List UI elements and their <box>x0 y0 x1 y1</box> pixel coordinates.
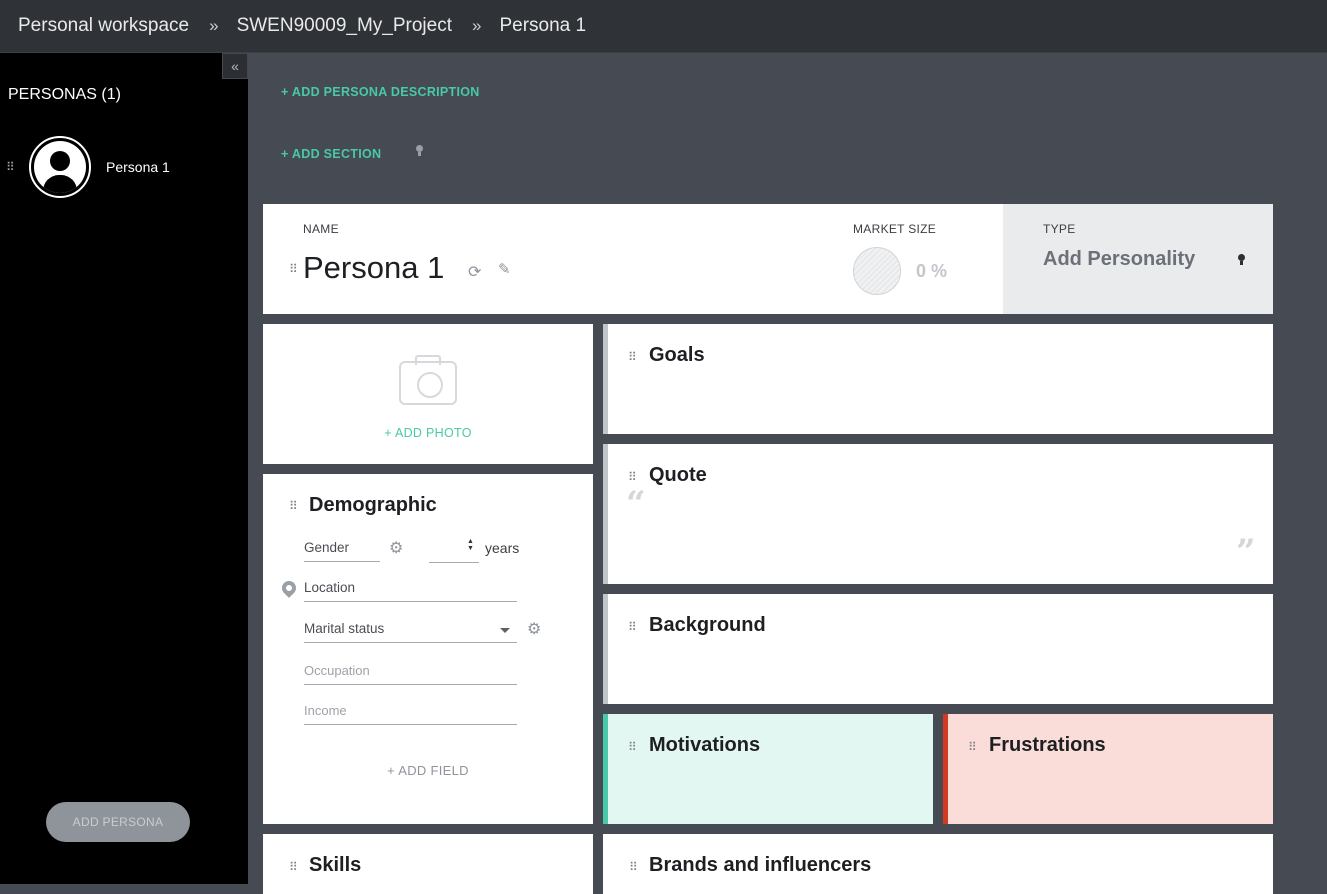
gear-icon[interactable]: ⚙ <box>389 538 403 558</box>
breadcrumb-project[interactable]: SWEN90009_My_Project <box>237 15 452 37</box>
edit-pen-icon[interactable]: ✎ <box>498 260 511 278</box>
motivations-section: ⠿ Motivations <box>603 714 933 824</box>
add-personality-button[interactable]: Add Personality <box>1043 248 1195 271</box>
breadcrumb-current: Persona 1 <box>499 15 587 36</box>
drag-handle-icon[interactable]: ⠿ <box>628 740 637 754</box>
type-panel: TYPE Add Personality <box>1003 204 1273 314</box>
gear-icon[interactable]: ⚙ <box>527 619 541 639</box>
lightbulb-icon[interactable] <box>415 145 424 157</box>
add-persona-description-button[interactable]: + ADD PERSONA DESCRIPTION <box>281 85 480 99</box>
background-section: ⠿ Background <box>603 594 1273 704</box>
drag-handle-icon[interactable]: ⠿ <box>6 160 15 174</box>
refresh-icon[interactable]: ⟳ <box>468 262 481 282</box>
demographic-title: Demographic <box>309 494 437 516</box>
caret-down-icon[interactable] <box>500 628 510 633</box>
goals-section: ⠿ Goals <box>603 324 1273 434</box>
skills-section: ⠿ Skills <box>263 834 593 894</box>
income-field[interactable]: Income <box>304 703 517 725</box>
brands-title: Brands and influencers <box>649 854 872 876</box>
drag-handle-icon[interactable]: ⠿ <box>289 262 298 276</box>
background-title: Background <box>649 614 766 636</box>
chevron-double-right-icon: » <box>209 16 219 35</box>
motivations-title: Motivations <box>649 734 761 756</box>
drag-handle-icon[interactable]: ⠿ <box>289 499 298 513</box>
skills-title: Skills <box>309 854 362 876</box>
open-quote-icon: “ <box>626 484 646 524</box>
breadcrumb-workspace[interactable]: Personal workspace <box>18 15 189 37</box>
location-field[interactable]: Location <box>304 580 517 602</box>
market-size-chart[interactable] <box>853 247 901 295</box>
demographic-card: ⠿ Demographic Gender ⚙ ▲ ▼ years Location… <box>263 474 593 824</box>
add-section-row: + ADD SECTION <box>281 145 424 161</box>
brands-section: ⠿ Brands and influencers <box>603 834 1273 894</box>
chevron-double-left-icon: « <box>231 58 239 74</box>
main-content: + ADD PERSONA DESCRIPTION + ADD SECTION … <box>248 53 1327 894</box>
years-label: years <box>485 540 520 556</box>
personas-title: PERSONAS (1) <box>8 86 121 103</box>
lightbulb-icon[interactable] <box>1237 254 1246 266</box>
name-label: NAME <box>303 222 339 236</box>
sidebar-persona-item[interactable]: ⠿ Persona 1 <box>0 136 248 200</box>
marital-status-select[interactable]: Marital status <box>304 621 517 643</box>
persona-name-title[interactable]: Persona 1 <box>303 250 444 286</box>
photo-card: + ADD PHOTO <box>263 324 593 464</box>
drag-handle-icon[interactable]: ⠿ <box>628 620 637 634</box>
drag-handle-icon[interactable]: ⠿ <box>628 470 637 484</box>
occupation-field[interactable]: Occupation <box>304 663 517 685</box>
drag-handle-icon[interactable]: ⠿ <box>289 860 298 874</box>
sidebar: « PERSONAS (1) ⠿ Persona 1 ADD PERSONA <box>0 53 248 884</box>
chevron-double-right-icon: » <box>472 16 482 35</box>
camera-icon <box>399 355 457 405</box>
frustrations-section: ⠿ Frustrations <box>943 714 1273 824</box>
quote-section: ⠿ Quote “ ” <box>603 444 1273 584</box>
add-section-button[interactable]: + ADD SECTION <box>281 147 381 161</box>
type-label: TYPE <box>1043 222 1076 236</box>
stepper-arrows-icon[interactable]: ▲ ▼ <box>467 538 474 552</box>
location-pin-icon <box>279 578 299 598</box>
market-size-label: MARKET SIZE <box>853 222 937 236</box>
drag-handle-icon[interactable]: ⠿ <box>629 860 638 874</box>
add-field-button[interactable]: + ADD FIELD <box>263 763 593 778</box>
gender-field[interactable]: Gender <box>304 540 380 562</box>
market-size-value: 0 % <box>916 261 948 281</box>
drag-handle-icon[interactable]: ⠿ <box>968 740 977 754</box>
quote-title: Quote <box>649 464 707 486</box>
drag-handle-icon[interactable]: ⠿ <box>628 350 637 364</box>
sidebar-persona-name: Persona 1 <box>106 159 170 175</box>
collapse-sidebar-button[interactable]: « <box>222 53 248 79</box>
add-photo-button[interactable]: + ADD PHOTO <box>263 426 593 440</box>
frustrations-title: Frustrations <box>989 734 1106 756</box>
breadcrumb: Personal workspace » SWEN90009_My_Projec… <box>0 0 1327 53</box>
user-avatar-icon <box>29 136 91 198</box>
close-quote-icon: ” <box>1236 532 1256 572</box>
persona-header-card: NAME ⠿ Persona 1 ⟳ ✎ MARKET SIZE 0 % TYP… <box>263 204 1273 314</box>
add-persona-button[interactable]: ADD PERSONA <box>46 802 190 842</box>
goals-title: Goals <box>649 344 705 366</box>
